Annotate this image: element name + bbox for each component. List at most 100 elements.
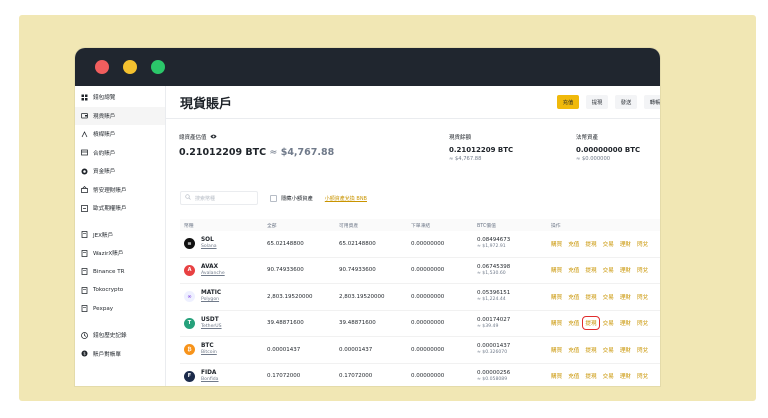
sidebar-item-wallet[interactable]: 現貨賬戶 bbox=[75, 106, 165, 125]
sidebar-item-statement[interactable]: $ 賬戶對帳單 bbox=[75, 345, 165, 364]
convert-action-link[interactable]: 閃兌 bbox=[637, 346, 648, 354]
buy-action-link[interactable]: 購買 bbox=[551, 372, 562, 380]
buy-action-link[interactable]: 購買 bbox=[551, 240, 562, 248]
convert-action-link[interactable]: 閃兌 bbox=[637, 372, 648, 380]
sidebar-item-tokocrypto[interactable]: Tokocrypto bbox=[75, 281, 165, 300]
col-total[interactable]: 全部 bbox=[267, 222, 339, 229]
eye-icon[interactable] bbox=[210, 134, 217, 141]
withdraw-action-link[interactable]: 提現 bbox=[585, 372, 596, 380]
pexpay-icon bbox=[81, 305, 88, 313]
convert-action-link[interactable]: 閃兌 bbox=[637, 266, 648, 274]
coin-name-link[interactable]: Avalanche bbox=[201, 271, 225, 277]
buy-action-link[interactable]: 購買 bbox=[551, 319, 562, 327]
row-actions: 購買 充值 提現 交易 理財 閃兌 bbox=[551, 240, 660, 248]
sidebar-item-funding[interactable]: 資金賬戶 bbox=[75, 162, 165, 181]
sidebar-item-label: 資金賬戶 bbox=[93, 169, 116, 176]
asset-table: 幣種 全部 可用資產 下單凍結 BTC價值 操作 ≡ SOL Solana 65.02… bbox=[180, 219, 660, 386]
coin-name-link[interactable]: Bitcoin bbox=[201, 350, 217, 356]
transfer-button[interactable]: 轉帳 bbox=[644, 95, 660, 109]
btc-value-cell: 0.08494673 ≈ $1,972.91 bbox=[477, 237, 551, 250]
coin-name-link[interactable]: TetherUS bbox=[201, 324, 222, 330]
convert-action-link[interactable]: 閃兌 bbox=[637, 293, 648, 301]
close-window-dot[interactable] bbox=[95, 60, 109, 74]
usd-value: ≈ $1,224.44 bbox=[477, 297, 506, 303]
trade-action-link[interactable]: 交易 bbox=[603, 240, 614, 248]
col-coin[interactable]: 幣種 bbox=[180, 222, 267, 229]
total-cell: 0.00001437 bbox=[267, 346, 301, 353]
deposit-action-link[interactable]: 充值 bbox=[568, 266, 579, 274]
sidebar-item-earn[interactable]: 幣安理財賬戶 bbox=[75, 181, 165, 200]
usd-value: ≈ $1,972.91 bbox=[477, 244, 506, 250]
deposit-action-link[interactable]: 充值 bbox=[568, 240, 579, 248]
deposit-action-link[interactable]: 充值 bbox=[568, 319, 579, 327]
fiat-balance-label: 法幣資產 bbox=[576, 135, 599, 141]
convert-small-link[interactable]: 小額資產兌換 BNB bbox=[325, 195, 367, 202]
sidebar-item-pexpay[interactable]: Pexpay bbox=[75, 300, 165, 319]
earn-action-link[interactable]: 理財 bbox=[620, 372, 631, 380]
sidebar-item-label: Binance TR bbox=[93, 268, 125, 275]
coin-logo-icon: ≡ bbox=[184, 238, 195, 250]
jex-icon bbox=[81, 231, 88, 239]
trade-action-link[interactable]: 交易 bbox=[603, 293, 614, 301]
balance-summary: 總資產估值 0.21012209 BTC ≈ $4,767.88 現貨餘額 0.… bbox=[179, 133, 660, 173]
deposit-action-link[interactable]: 充值 bbox=[568, 346, 579, 354]
table-row: T USDT TetherUS 39.48871600 39.48871600 0.000… bbox=[180, 311, 660, 337]
sidebar-item-label: WazirX賬戶 bbox=[93, 251, 124, 258]
maximize-window-dot[interactable] bbox=[151, 60, 165, 74]
withdraw-action-link[interactable]: 提現 bbox=[585, 266, 596, 274]
row-actions: 購買 充值 提現 交易 理財 閃兌 bbox=[551, 372, 660, 380]
hide-small-checkbox[interactable] bbox=[270, 194, 277, 202]
deposit-button[interactable]: 充值 bbox=[557, 95, 579, 109]
withdraw-button[interactable]: 提現 bbox=[586, 95, 608, 109]
search-input[interactable]: 搜索幣種 bbox=[180, 191, 258, 205]
coin-name-link[interactable]: Bonfida bbox=[201, 377, 219, 383]
earn-action-link[interactable]: 理財 bbox=[620, 266, 631, 274]
sidebar-item-grid[interactable]: 錢包總覽 bbox=[75, 88, 165, 107]
withdraw-action-link[interactable]: 提現 bbox=[585, 240, 596, 248]
coin-name-link[interactable]: Solana bbox=[201, 244, 217, 250]
wazirx-icon bbox=[81, 249, 88, 257]
sidebar-item-label: 賬戶對帳單 bbox=[93, 351, 121, 358]
earn-action-link[interactable]: 理財 bbox=[620, 319, 631, 327]
fiat-usd: ≈ $0.000000 bbox=[576, 156, 611, 162]
col-in-order[interactable]: 下單凍結 bbox=[411, 222, 477, 229]
trade-action-link[interactable]: 交易 bbox=[603, 266, 614, 274]
send-button[interactable]: 發送 bbox=[615, 95, 637, 109]
sidebar-item-wazirx[interactable]: WazirX賬戶 bbox=[75, 244, 165, 263]
withdraw-action-link[interactable]: 提現 bbox=[582, 316, 600, 331]
sidebar-item-history[interactable]: 錢包歷史記錄 bbox=[75, 326, 165, 345]
coin-name-link[interactable]: Polygon bbox=[201, 297, 221, 303]
spot-usd: ≈ $4,767.88 bbox=[449, 156, 482, 162]
trade-action-link[interactable]: 交易 bbox=[603, 319, 614, 327]
sidebar-item-binance-tr[interactable]: Binance TR bbox=[75, 263, 165, 282]
spot-btc: 0.21012209 BTC bbox=[449, 146, 514, 154]
spot-balance: 現貨餘額 0.21012209 BTC ≈ $4,767.88 bbox=[449, 133, 513, 162]
options-icon bbox=[81, 204, 88, 212]
withdraw-action-link[interactable]: 提現 bbox=[585, 293, 596, 301]
earn-action-link[interactable]: 理財 bbox=[620, 240, 631, 248]
buy-action-link[interactable]: 購買 bbox=[551, 293, 562, 301]
sidebar-item-label: JEX賬戶 bbox=[93, 232, 114, 239]
coin-logo-icon: ₿ bbox=[184, 344, 195, 356]
buy-action-link[interactable]: 購買 bbox=[551, 346, 562, 354]
deposit-action-link[interactable]: 充值 bbox=[568, 293, 579, 301]
sidebar-item-futures[interactable]: 合約賬戶 bbox=[75, 144, 165, 163]
col-btc-value[interactable]: BTC價值 bbox=[477, 222, 551, 229]
sidebar-item-jex[interactable]: JEX賬戶 bbox=[75, 226, 165, 245]
buy-action-link[interactable]: 購買 bbox=[551, 266, 562, 274]
deposit-action-link[interactable]: 充值 bbox=[568, 372, 579, 380]
minimize-window-dot[interactable] bbox=[123, 60, 137, 74]
earn-action-link[interactable]: 理財 bbox=[620, 346, 631, 354]
sidebar-item-label: 幣安理財賬戶 bbox=[93, 187, 127, 194]
trade-action-link[interactable]: 交易 bbox=[603, 372, 614, 380]
hide-small-toggle[interactable]: 隱藏小額資產 bbox=[270, 194, 313, 202]
sidebar-item-options[interactable]: 歐式期權賬戶 bbox=[75, 199, 165, 218]
convert-action-link[interactable]: 閃兌 bbox=[637, 319, 648, 327]
trade-action-link[interactable]: 交易 bbox=[603, 346, 614, 354]
withdraw-action-link[interactable]: 提現 bbox=[585, 346, 596, 354]
sidebar-item-margin[interactable]: 槓桿賬戶 bbox=[75, 125, 165, 144]
col-available[interactable]: 可用資產 bbox=[339, 222, 411, 229]
convert-action-link[interactable]: 閃兌 bbox=[637, 240, 648, 248]
btc-value: 0.00174027 bbox=[477, 316, 511, 323]
earn-action-link[interactable]: 理財 bbox=[620, 293, 631, 301]
